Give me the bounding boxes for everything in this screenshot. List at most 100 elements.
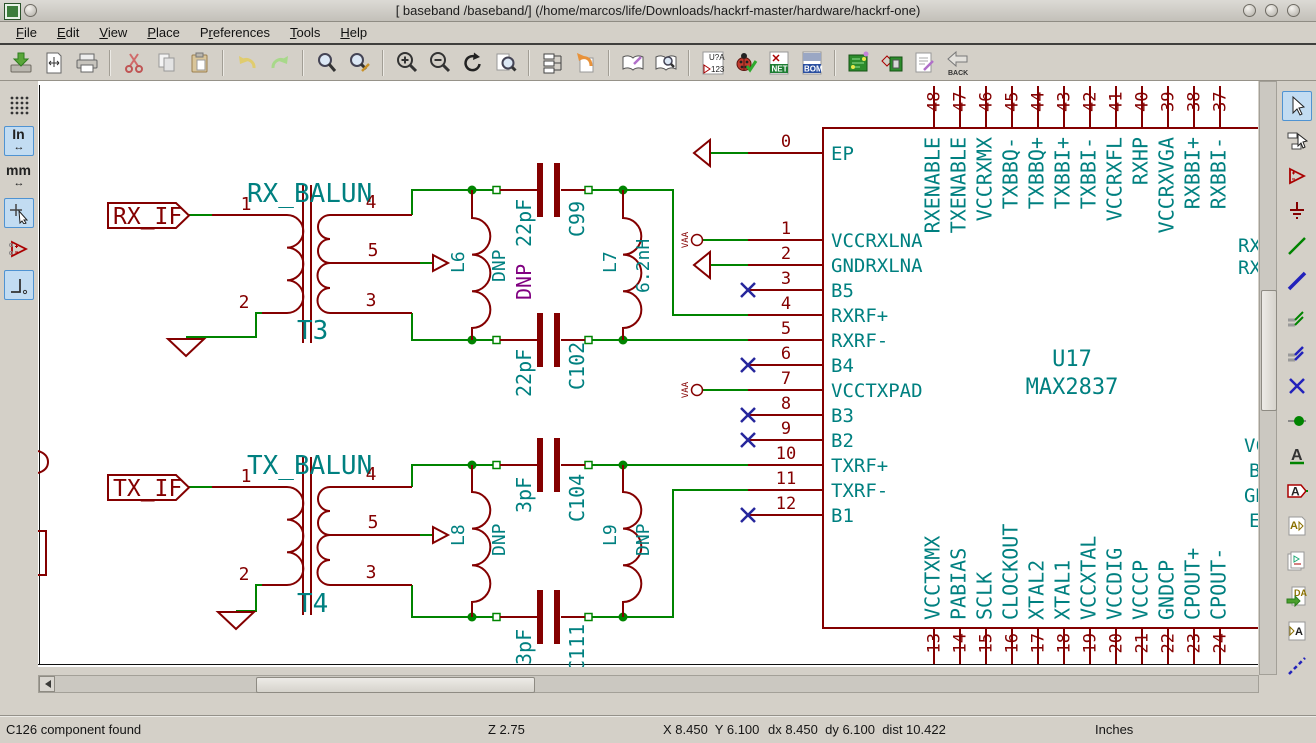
svg-text:VCCTXPAD: VCCTXPAD xyxy=(831,380,923,402)
menu-preferences[interactable]: Preferences xyxy=(190,23,280,42)
place-power-port-button[interactable] xyxy=(1282,196,1312,226)
cursor-shape-button[interactable] xyxy=(4,198,34,228)
wires xyxy=(186,153,748,617)
menu-tools[interactable]: Tools xyxy=(280,23,330,42)
svg-text:3pF: 3pF xyxy=(512,477,536,513)
horizontal-scrollbar-thumb[interactable] xyxy=(256,677,535,693)
place-graphic-line-button[interactable] xyxy=(1282,651,1312,681)
svg-text:EP: EP xyxy=(831,143,854,165)
svg-text:U17: U17 xyxy=(1052,347,1092,372)
library-editor-button[interactable] xyxy=(616,47,649,79)
svg-text:2: 2 xyxy=(781,244,791,264)
leave-sheet-button[interactable] xyxy=(569,47,602,79)
svg-text:10: 10 xyxy=(776,444,796,464)
svg-text:B: B xyxy=(1249,460,1258,482)
svg-text:6.2nH: 6.2nH xyxy=(633,239,654,293)
units-inches-button[interactable]: In↔ xyxy=(4,126,34,156)
print-button[interactable] xyxy=(70,47,103,79)
annotate-button[interactable]: U?A123 xyxy=(696,47,729,79)
toolbar-separator xyxy=(834,50,836,76)
svg-text:CPOUT+: CPOUT+ xyxy=(1181,548,1205,620)
hscroll-left-arrow[interactable] xyxy=(39,676,55,692)
svg-text:17: 17 xyxy=(1029,633,1049,653)
bus-to-bus-entry-button[interactable] xyxy=(1282,336,1312,366)
import-sheet-pin-button[interactable]: DA xyxy=(1282,581,1312,611)
menu-place[interactable]: Place xyxy=(137,23,190,42)
hidden-pins-button[interactable] xyxy=(4,234,34,264)
minimize-button[interactable] xyxy=(1243,4,1256,17)
svg-text:B3: B3 xyxy=(831,405,854,427)
toolbar-separator xyxy=(528,50,530,76)
plot-button[interactable] xyxy=(908,47,941,79)
zoom-fit-button[interactable] xyxy=(489,47,522,79)
ortho-lines-button[interactable] xyxy=(4,270,34,300)
svg-text:B1: B1 xyxy=(831,505,854,527)
assign-footprints-button[interactable] xyxy=(875,47,908,79)
find-replace-button[interactable] xyxy=(343,47,376,79)
cut-button[interactable] xyxy=(117,47,150,79)
schematic-canvas[interactable]: RX_BALUNT3RX_IF12453TX_BALUNT4TX_IF12453… xyxy=(38,81,1258,667)
place-sheet-pin-button[interactable]: A xyxy=(1282,616,1312,646)
horizontal-scrollbar[interactable] xyxy=(38,675,1259,693)
place-wire-button[interactable] xyxy=(1282,231,1312,261)
menu-help[interactable]: Help xyxy=(330,23,377,42)
place-text-button[interactable]: A xyxy=(1282,441,1312,471)
zoom-out-button[interactable] xyxy=(423,47,456,79)
redo-button[interactable] xyxy=(263,47,296,79)
place-bus-button[interactable] xyxy=(1282,266,1312,296)
maximize-button[interactable] xyxy=(1265,4,1278,17)
wire-to-bus-entry-button[interactable] xyxy=(1282,301,1312,331)
back-annotate-button[interactable]: BACK xyxy=(941,47,974,79)
grid-toggle-button[interactable] xyxy=(4,90,34,120)
svg-text:CLOCKOUT: CLOCKOUT xyxy=(999,524,1023,620)
svg-text:38: 38 xyxy=(1185,92,1205,112)
place-noconnect-button[interactable] xyxy=(1282,371,1312,401)
place-label-button[interactable]: A xyxy=(1282,476,1312,506)
svg-text:0: 0 xyxy=(781,132,791,152)
save-button[interactable] xyxy=(4,47,37,79)
vertical-scrollbar-thumb[interactable] xyxy=(1261,290,1277,411)
run-pcbnew-button[interactable] xyxy=(842,47,875,79)
svg-text:PABIAS: PABIAS xyxy=(947,548,971,620)
erc-button[interactable] xyxy=(729,47,762,79)
page-settings-button[interactable] xyxy=(37,47,70,79)
svg-text:5: 5 xyxy=(368,240,379,261)
library-browser-button[interactable] xyxy=(649,47,682,79)
hierarchy-navigator-button[interactable] xyxy=(536,47,569,79)
units-mm-button[interactable]: mm↔ xyxy=(4,162,34,192)
svg-text:DNP: DNP xyxy=(633,523,654,556)
place-hierarchical-sheet-button[interactable] xyxy=(1282,546,1312,576)
zoom-redraw-button[interactable] xyxy=(456,47,489,79)
paste-button[interactable] xyxy=(183,47,216,79)
svg-text:DNP: DNP xyxy=(512,264,536,300)
place-junction-button[interactable] xyxy=(1282,406,1312,436)
menu-file[interactable]: File xyxy=(6,23,47,42)
svg-text:RX_IF: RX_IF xyxy=(113,204,182,230)
netlist-button[interactable]: NET xyxy=(762,47,795,79)
place-global-label-button[interactable]: A xyxy=(1282,511,1312,541)
close-button[interactable] xyxy=(1287,4,1300,17)
select-tool-button[interactable] xyxy=(1282,91,1312,121)
svg-text:11: 11 xyxy=(776,469,796,489)
svg-text:L9: L9 xyxy=(600,524,621,546)
svg-text:RXENABLE: RXENABLE xyxy=(921,137,945,233)
svg-text:37: 37 xyxy=(1211,92,1231,112)
svg-text:TX_IF: TX_IF xyxy=(113,476,182,502)
svg-text:MAX2837: MAX2837 xyxy=(1026,375,1119,400)
vertical-scrollbar[interactable] xyxy=(1259,81,1277,675)
zoom-in-button[interactable] xyxy=(390,47,423,79)
schematic-drawing[interactable]: RX_BALUNT3RX_IF12453TX_BALUNT4TX_IF12453… xyxy=(38,81,1258,667)
svg-text:48: 48 xyxy=(925,92,945,112)
copy-button[interactable] xyxy=(150,47,183,79)
svg-text:19: 19 xyxy=(1081,633,1101,653)
highlight-connection-button[interactable] xyxy=(1282,126,1312,156)
bom-button[interactable]: BOM xyxy=(795,47,828,79)
find-button[interactable] xyxy=(310,47,343,79)
svg-text:9: 9 xyxy=(781,419,791,439)
undo-button[interactable] xyxy=(230,47,263,79)
menu-view[interactable]: View xyxy=(89,23,137,42)
menu-edit[interactable]: Edit xyxy=(47,23,89,42)
status-bar: C126 component found Z 2.75 X 8.450 Y 6.… xyxy=(0,715,1316,743)
svg-text:VAA: VAA xyxy=(681,381,691,398)
place-component-button[interactable] xyxy=(1282,161,1312,191)
